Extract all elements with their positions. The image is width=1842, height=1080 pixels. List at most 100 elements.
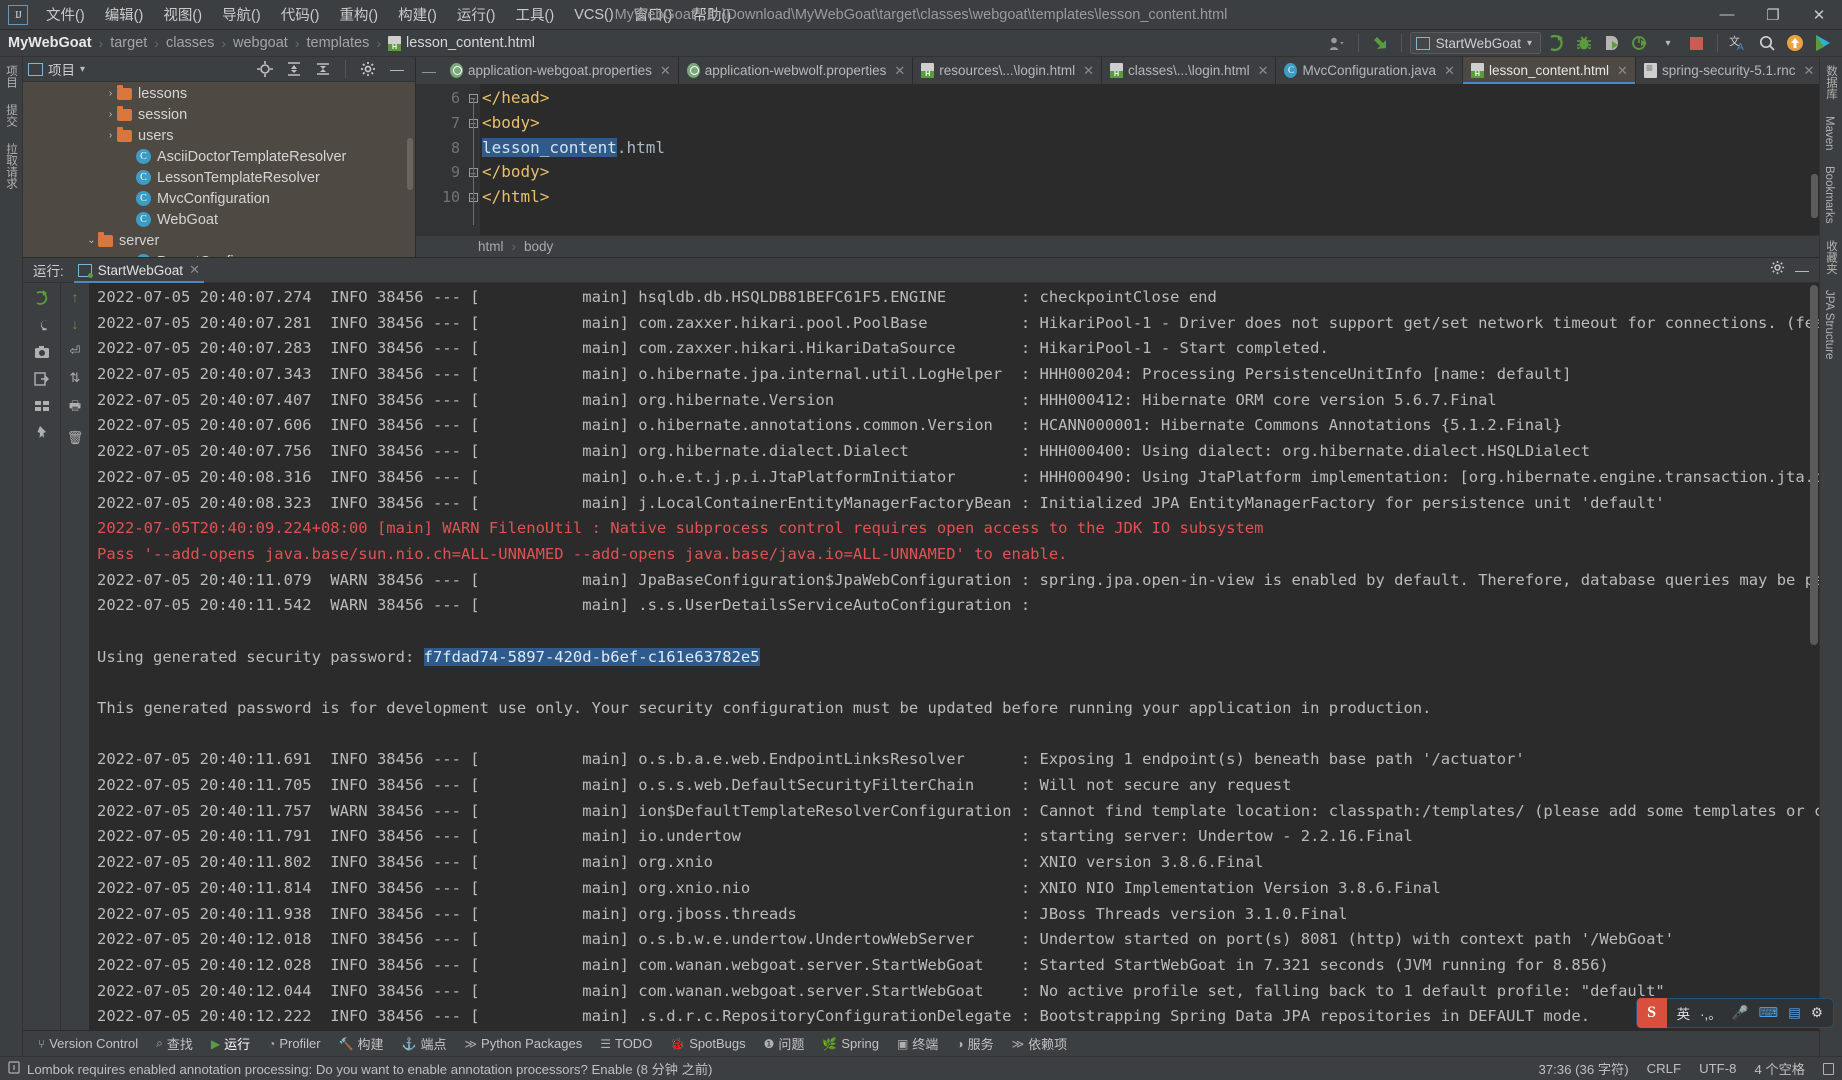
project-tree-scrollbar[interactable] <box>407 138 413 190</box>
ime-popup[interactable]: S 英 ·,。 🎤 ⌨ ▤ ⚙ <box>1635 998 1834 1028</box>
tool-jpa-structure[interactable]: JPA Structure <box>1823 282 1835 367</box>
generated-password-value[interactable]: f7fdad74-5897-420d-b6ef-c161e63782e5 <box>423 647 760 666</box>
bottom-tool-构建[interactable]: 🔨 构建 <box>330 1034 393 1053</box>
bottom-tool-服务[interactable]: ◑ 服务 <box>947 1034 1002 1053</box>
code-line-8[interactable]: lesson_content.html <box>482 136 1819 161</box>
tool-favorites[interactable]: 收藏夹 <box>1823 232 1839 283</box>
code-area[interactable]: 6 7 8 9 10 –––– </head> <body> lesson_content.… <box>416 84 1819 235</box>
tree-node-4[interactable]: C LessonTemplateResolver <box>23 167 415 188</box>
code-folding-column[interactable]: –––– <box>466 84 480 235</box>
chevron-down-icon-profiler[interactable]: ▾ <box>1655 32 1681 54</box>
close-icon[interactable]: ✕ <box>1803 63 1814 79</box>
tree-expand-arrow[interactable]: › <box>104 88 117 99</box>
bottom-tool-version-control[interactable]: ⑂ Version Control <box>29 1036 147 1051</box>
wrench-icon[interactable] <box>32 316 52 334</box>
bottom-tool-profiler[interactable]: ◔ Profiler <box>259 1036 329 1051</box>
run-tab-startwebgoat[interactable]: StartWebGoat ✕ <box>74 258 204 283</box>
editor-tab-1[interactable]: application-webwolf.properties ✕ <box>679 57 914 84</box>
indent-setting[interactable]: 4 个空格 <box>1754 1059 1805 1078</box>
bottom-tool-端点[interactable]: ⚓ 端点 <box>393 1034 456 1053</box>
expand-all-icon[interactable] <box>281 58 307 80</box>
tree-node-1[interactable]: › session <box>23 104 415 125</box>
tool-project[interactable]: 项目 <box>3 57 19 96</box>
menu-item-11[interactable]: 帮助() <box>682 0 741 29</box>
bottom-tool-python-packages[interactable]: ≫ Python Packages <box>455 1036 591 1051</box>
caret-position[interactable]: 37:36 (36 字符) <box>1538 1059 1628 1078</box>
settings-gear-icon[interactable] <box>355 58 381 80</box>
tree-node-7[interactable]: ⌄ server <box>23 230 415 251</box>
tree-node-6[interactable]: C WebGoat <box>23 209 415 230</box>
bottom-tool-终端[interactable]: ▣ 终端 <box>888 1034 947 1053</box>
tree-expand-arrow[interactable]: › <box>104 130 117 141</box>
editor-tab-0[interactable]: application-webgoat.properties ✕ <box>442 57 679 84</box>
close-button[interactable]: ✕ <box>1796 0 1842 30</box>
soft-wrap-icon[interactable]: ⏎ <box>70 343 81 359</box>
breadcrumb-item-3[interactable]: webgoat <box>233 35 288 51</box>
project-tree[interactable]: › lessons › session › users C AsciiDoctorTempla… <box>23 82 415 257</box>
close-icon[interactable]: ✕ <box>894 63 905 79</box>
run-configuration-selector[interactable]: StartWebGoat ▾ <box>1409 32 1541 54</box>
breadcrumb-file[interactable]: lesson_content.html <box>388 35 535 51</box>
menu-item-5[interactable]: 重构() <box>329 0 388 29</box>
editor-breadcrumb-body[interactable]: body <box>524 239 553 254</box>
update-project-icon[interactable] <box>1367 32 1393 54</box>
user-avatar-icon[interactable] <box>1324 32 1350 54</box>
menu-item-1[interactable]: 编辑() <box>95 0 154 29</box>
maximize-button[interactable]: ❐ <box>1750 0 1796 30</box>
notification-icon[interactable] <box>1782 32 1808 54</box>
ime-panel-icon[interactable]: ▤ <box>1788 1005 1801 1021</box>
code-line-6[interactable]: </head> <box>482 86 1819 111</box>
export-icon[interactable] <box>32 370 52 388</box>
hide-panel-icon[interactable]: — <box>1795 262 1809 278</box>
ime-mode-label[interactable]: 英 <box>1677 1003 1691 1023</box>
scroll-down-icon[interactable]: ↓ <box>72 316 79 332</box>
debug-icon[interactable] <box>1571 32 1597 54</box>
minimize-button[interactable]: — <box>1704 0 1750 30</box>
collapse-all-icon[interactable] <box>310 58 336 80</box>
ime-settings-icon[interactable]: ⚙ <box>1811 1005 1823 1021</box>
tabs-collapse-icon[interactable]: — <box>416 57 442 84</box>
editor-breadcrumb-html[interactable]: html <box>478 239 504 254</box>
close-icon[interactable]: ✕ <box>1444 63 1455 79</box>
tool-maven[interactable]: Maven <box>1823 108 1835 159</box>
settings-gear-icon[interactable] <box>1770 260 1785 280</box>
profiler-icon[interactable] <box>1627 32 1653 54</box>
hide-panel-icon[interactable]: — <box>384 58 410 80</box>
tree-node-2[interactable]: › users <box>23 125 415 146</box>
menu-item-7[interactable]: 运行() <box>447 0 506 29</box>
menu-item-4[interactable]: 代码() <box>271 0 330 29</box>
editor-tab-3[interactable]: classes\...\login.html ✕ <box>1102 57 1277 84</box>
unlocked-icon[interactable] <box>1823 1062 1834 1075</box>
status-message[interactable]: Lombok requires enabled annotation proce… <box>27 1059 712 1078</box>
trash-icon[interactable]: 🗑 <box>67 430 84 446</box>
run-icon[interactable] <box>1543 32 1569 54</box>
close-icon[interactable]: ✕ <box>189 262 200 278</box>
menu-item-8[interactable]: 工具() <box>506 0 565 29</box>
menu-item-6[interactable]: 构建() <box>388 0 447 29</box>
console-scrollbar[interactable] <box>1810 285 1818 645</box>
chevron-down-icon[interactable]: ▾ <box>80 64 85 75</box>
code-text[interactable]: </head> <body> lesson_content.html </body> <… <box>480 84 1819 235</box>
close-icon[interactable]: ✕ <box>1083 63 1094 79</box>
menu-item-9[interactable]: VCS() <box>564 3 624 27</box>
line-separator[interactable]: CRLF <box>1647 1061 1681 1076</box>
print-icon[interactable]: 🖶 <box>69 397 81 419</box>
breadcrumb-item-2[interactable]: classes <box>166 35 214 51</box>
scroll-up-icon[interactable]: ↑ <box>72 289 79 305</box>
coverage-icon[interactable] <box>1599 32 1625 54</box>
tree-node-3[interactable]: C AsciiDoctorTemplateResolver <box>23 146 415 167</box>
close-icon[interactable]: ✕ <box>1617 63 1628 79</box>
tree-node-0[interactable]: › lessons <box>23 83 415 104</box>
stop-icon[interactable] <box>1683 32 1709 54</box>
ime-punctuation-icon[interactable]: ·,。 <box>1700 1003 1722 1023</box>
bottom-tool-todo[interactable]: ☰ TODO <box>591 1036 661 1051</box>
editor-tab-6[interactable]: spring-security-5.1.rnc ✕ <box>1636 57 1819 84</box>
bottom-tool-运行[interactable]: ▶ 运行 <box>202 1034 259 1053</box>
bottom-tool-spotbugs[interactable]: 🐞 SpotBugs <box>661 1036 754 1051</box>
locate-icon[interactable] <box>252 58 278 80</box>
tree-node-8[interactable]: C ParentConfig <box>23 251 415 257</box>
menu-item-2[interactable]: 视图() <box>153 0 212 29</box>
code-line-7[interactable]: <body> <box>482 111 1819 136</box>
breadcrumb-item-1[interactable]: target <box>110 35 147 51</box>
breadcrumb-item-0[interactable]: MyWebGoat <box>8 35 92 51</box>
